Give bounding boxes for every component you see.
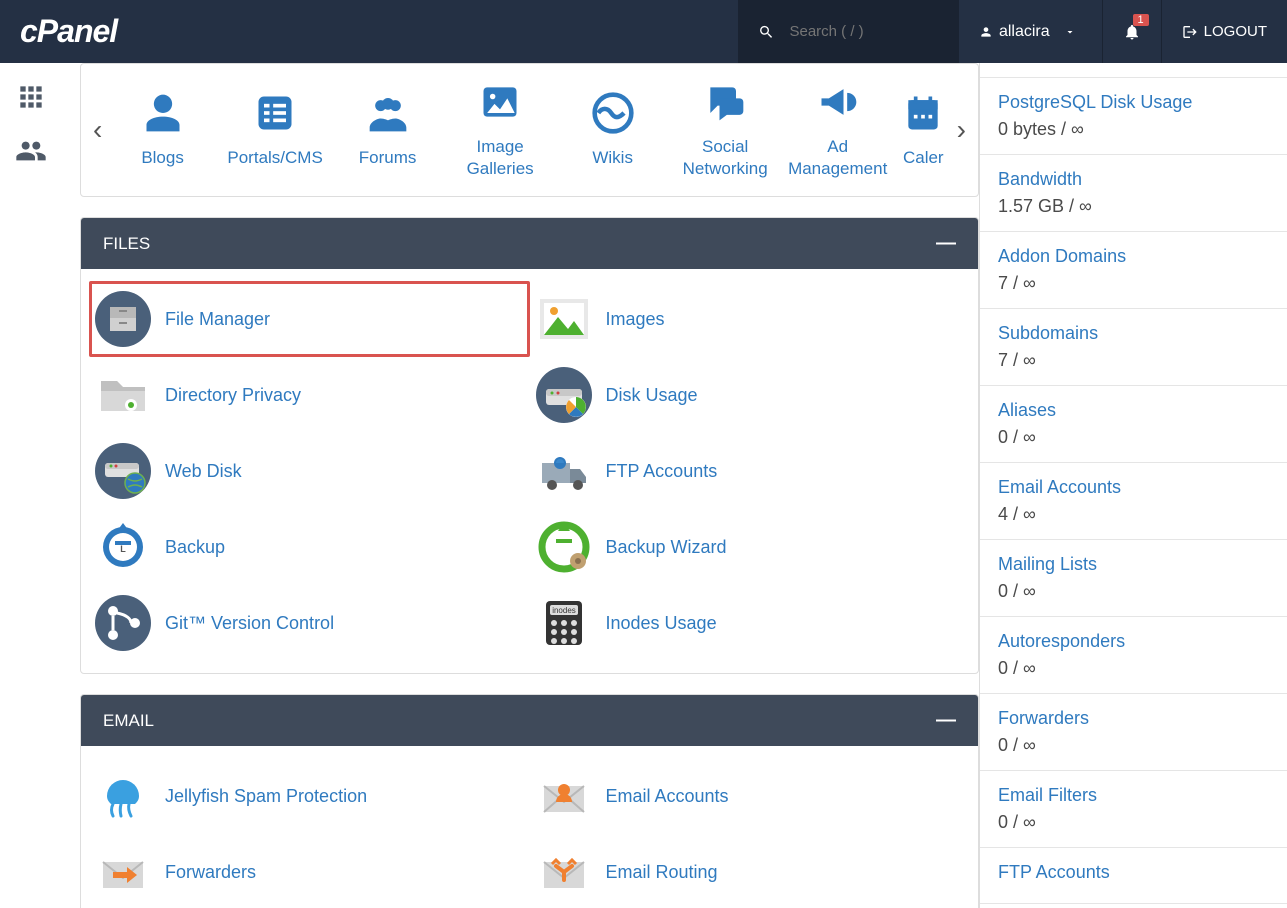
chat-icon (703, 80, 747, 124)
cpanel-logo[interactable]: cPanel (20, 13, 738, 50)
stat-row-cutoff (980, 63, 1287, 78)
users-icon[interactable] (15, 135, 47, 167)
logout-icon (1182, 24, 1198, 40)
group-icon (366, 91, 410, 135)
files-section: FILES — File Manager Images Directory Pr… (80, 217, 979, 674)
inodes-item[interactable]: inodesInodes Usage (530, 585, 971, 661)
app-portals[interactable]: Portals/CMS (219, 91, 332, 169)
list-icon (253, 91, 297, 135)
username: allacira (999, 23, 1050, 41)
web-disk-item[interactable]: Web Disk (89, 433, 530, 509)
email-routing-item[interactable]: Email Routing (530, 834, 971, 908)
app-calendar[interactable]: Caler (894, 91, 953, 169)
carousel-prev[interactable]: ‹ (89, 114, 106, 146)
email-section: EMAIL — Jellyfish Spam Protection Email … (80, 694, 979, 908)
app-forums[interactable]: Forums (331, 91, 444, 169)
stat-autoresponders[interactable]: Autoresponders0 / ∞ (980, 617, 1287, 694)
collapse-icon: — (936, 232, 956, 255)
calculator-icon: inodes (536, 595, 592, 651)
truck-icon (536, 443, 592, 499)
envelope-user-icon (536, 768, 592, 824)
envelope-arrow-icon (95, 844, 151, 900)
backup-wizard-item[interactable]: Backup Wizard (530, 509, 971, 585)
app-social[interactable]: Social Networking (669, 80, 782, 180)
image-icon (478, 80, 522, 124)
megaphone-icon (816, 80, 860, 124)
search-box[interactable] (738, 0, 958, 63)
user-menu[interactable]: allacira (958, 0, 1102, 63)
main-content: ‹ Blogs Portals/CMS Forums Image Galleri… (62, 63, 979, 908)
svg-text:inodes: inodes (552, 606, 576, 615)
top-header: cPanel allacira 1 LOGOUT (0, 0, 1287, 63)
app-ads[interactable]: Ad Management (781, 80, 894, 180)
user-icon (979, 25, 993, 39)
drawer-icon (95, 291, 151, 347)
stat-forwarders[interactable]: Forwarders0 / ∞ (980, 694, 1287, 771)
left-rail (0, 63, 62, 908)
envelope-route-icon (536, 844, 592, 900)
git-item[interactable]: Git™ Version Control (89, 585, 530, 661)
forwarders-item[interactable]: Forwarders (89, 834, 530, 908)
jellyfish-icon (95, 768, 151, 824)
calendar-icon (901, 91, 945, 135)
disk-usage-item[interactable]: Disk Usage (530, 357, 971, 433)
stat-subdomains[interactable]: Subdomains7 / ∞ (980, 309, 1287, 386)
images-item[interactable]: Images (530, 281, 971, 357)
stat-aliases[interactable]: Aliases0 / ∞ (980, 386, 1287, 463)
files-header[interactable]: FILES — (81, 218, 978, 269)
jellyfish-spam-item[interactable]: Jellyfish Spam Protection (89, 758, 530, 834)
stats-sidebar: PostgreSQL Disk Usage0 bytes / ∞ Bandwid… (979, 63, 1287, 908)
refresh-gear-icon (536, 519, 592, 575)
file-manager-item[interactable]: File Manager (89, 281, 530, 357)
search-input[interactable] (789, 23, 938, 40)
collapse-icon: — (936, 709, 956, 732)
notifications-button[interactable]: 1 (1102, 0, 1161, 63)
app-wikis[interactable]: Wikis (556, 91, 669, 169)
logout-button[interactable]: LOGOUT (1161, 0, 1287, 63)
grid-icon[interactable] (15, 81, 47, 113)
svg-text:L: L (120, 544, 126, 554)
directory-privacy-item[interactable]: Directory Privacy (89, 357, 530, 433)
stat-mailing-lists[interactable]: Mailing Lists0 / ∞ (980, 540, 1287, 617)
server-globe-icon (95, 443, 151, 499)
caret-down-icon (1064, 26, 1076, 38)
git-branch-icon (95, 595, 151, 651)
stat-bandwidth[interactable]: Bandwidth1.57 GB / ∞ (980, 155, 1287, 232)
apps-carousel: ‹ Blogs Portals/CMS Forums Image Galleri… (80, 63, 979, 197)
notif-badge: 1 (1133, 14, 1149, 26)
disk-pie-icon (536, 367, 592, 423)
app-blogs[interactable]: Blogs (106, 91, 219, 169)
stat-ftp-accounts[interactable]: FTP Accounts (980, 848, 1287, 904)
carousel-next[interactable]: › (953, 114, 970, 146)
stat-email-accounts[interactable]: Email Accounts4 / ∞ (980, 463, 1287, 540)
folder-eye-icon (95, 367, 151, 423)
app-galleries[interactable]: Image Galleries (444, 80, 557, 180)
picture-icon (536, 291, 592, 347)
stat-postgresql[interactable]: PostgreSQL Disk Usage0 bytes / ∞ (980, 78, 1287, 155)
email-accounts-item[interactable]: Email Accounts (530, 758, 971, 834)
user-circle-icon (141, 91, 185, 135)
email-header[interactable]: EMAIL — (81, 695, 978, 746)
refresh-clock-icon: L (95, 519, 151, 575)
backup-item[interactable]: LBackup (89, 509, 530, 585)
stat-email-filters[interactable]: Email Filters0 / ∞ (980, 771, 1287, 848)
globe-icon (591, 91, 635, 135)
ftp-accounts-item[interactable]: FTP Accounts (530, 433, 971, 509)
stat-addon-domains[interactable]: Addon Domains7 / ∞ (980, 232, 1287, 309)
search-icon (758, 22, 775, 42)
